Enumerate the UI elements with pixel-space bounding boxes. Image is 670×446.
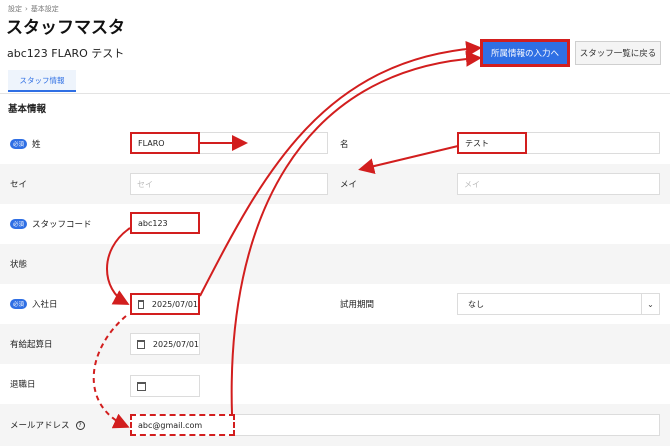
- hire-date-value: 2025/07/01: [151, 299, 198, 309]
- trial-period-label: 試用期間: [340, 300, 375, 310]
- hire-date-label: 必須 入社日: [10, 297, 58, 311]
- first-name-input-extension[interactable]: [527, 132, 660, 154]
- form-row-name: 必須 姓 FLARO 名 テスト: [0, 124, 670, 164]
- email-label: メールアドレス ?: [10, 418, 85, 432]
- last-name-kana-input[interactable]: セイ: [130, 173, 328, 195]
- retire-date-label: 退職日: [10, 380, 36, 390]
- form-row-kana: セイ セイ メイ メイ: [0, 164, 670, 204]
- hire-date-input[interactable]: 2025/07/01: [130, 293, 200, 315]
- staff-code-value: abc123: [138, 218, 168, 228]
- email-label-text: メールアドレス: [10, 421, 70, 431]
- form-row-status: 状態: [0, 244, 670, 284]
- last-name-input-extension[interactable]: [200, 132, 328, 154]
- first-name-value: テスト: [465, 138, 489, 148]
- first-name-label: 名: [340, 140, 349, 150]
- paid-leave-start-input[interactable]: 2025/07/01: [130, 333, 200, 355]
- section-title: 基本情報: [8, 104, 47, 115]
- paid-leave-start-value: 2025/07/01: [152, 339, 199, 349]
- staff-code-label-text: スタッフコード: [32, 220, 92, 230]
- first-name-kana-placeholder: メイ: [464, 179, 480, 189]
- calendar-icon[interactable]: [137, 381, 146, 391]
- required-badge: 必須: [10, 219, 28, 229]
- last-name-kana-label: セイ: [10, 180, 28, 190]
- trial-period-value: なし: [468, 299, 484, 309]
- required-badge: 必須: [10, 299, 28, 309]
- form-row-staff-code: 必須 スタッフコード abc123: [0, 204, 670, 244]
- required-badge: 必須: [10, 139, 28, 149]
- trial-period-select[interactable]: なし ⌄: [457, 293, 660, 315]
- last-name-value: FLARO: [138, 138, 165, 148]
- back-to-list-button[interactable]: スタッフ一覧に戻る: [575, 41, 661, 65]
- calendar-icon[interactable]: [138, 299, 144, 309]
- email-value: abc@gmail.com: [138, 420, 203, 430]
- form-row-paid-leave: 有給起算日 2025/07/01: [0, 324, 670, 364]
- to-affiliation-button[interactable]: 所属情報の入力へ: [480, 39, 570, 67]
- calendar-icon[interactable]: [137, 339, 145, 349]
- page-title: スタッフマスタ: [6, 18, 125, 38]
- last-name-kana-placeholder: セイ: [137, 179, 153, 189]
- breadcrumb-separator: ›: [25, 5, 28, 13]
- tab-divider: [0, 93, 670, 94]
- last-name-label: 必須 姓: [10, 137, 41, 151]
- retire-date-input[interactable]: [130, 375, 200, 397]
- first-name-kana-input[interactable]: メイ: [457, 173, 660, 195]
- status-label: 状態: [10, 260, 28, 270]
- paid-leave-start-label: 有給起算日: [10, 340, 53, 350]
- tab-staff-info[interactable]: スタッフ情報: [8, 70, 76, 92]
- staff-code-label: 必須 スタッフコード: [10, 217, 92, 231]
- help-circle-icon[interactable]: ?: [75, 420, 85, 430]
- form-row-hire-date: 必須 入社日 2025/07/01 試用期間 なし ⌄: [0, 284, 670, 324]
- form-row-email: メールアドレス ? abc@gmail.com: [0, 404, 670, 446]
- hire-date-label-text: 入社日: [32, 300, 58, 310]
- breadcrumb-parent[interactable]: 設定: [8, 5, 22, 13]
- last-name-input[interactable]: FLARO: [130, 132, 200, 154]
- last-name-label-text: 姓: [32, 140, 41, 150]
- staff-code-input[interactable]: abc123: [130, 212, 200, 234]
- first-name-kana-label: メイ: [340, 180, 358, 190]
- email-input[interactable]: abc@gmail.com: [130, 414, 235, 436]
- breadcrumb-current: 基本設定: [30, 5, 59, 13]
- email-input-extension[interactable]: [235, 414, 660, 436]
- first-name-input[interactable]: テスト: [457, 132, 527, 154]
- form-row-retire-date: 退職日: [0, 364, 670, 404]
- staff-name-heading: abc123 FLARO テスト: [7, 47, 125, 60]
- chevron-down-icon[interactable]: ⌄: [641, 294, 659, 314]
